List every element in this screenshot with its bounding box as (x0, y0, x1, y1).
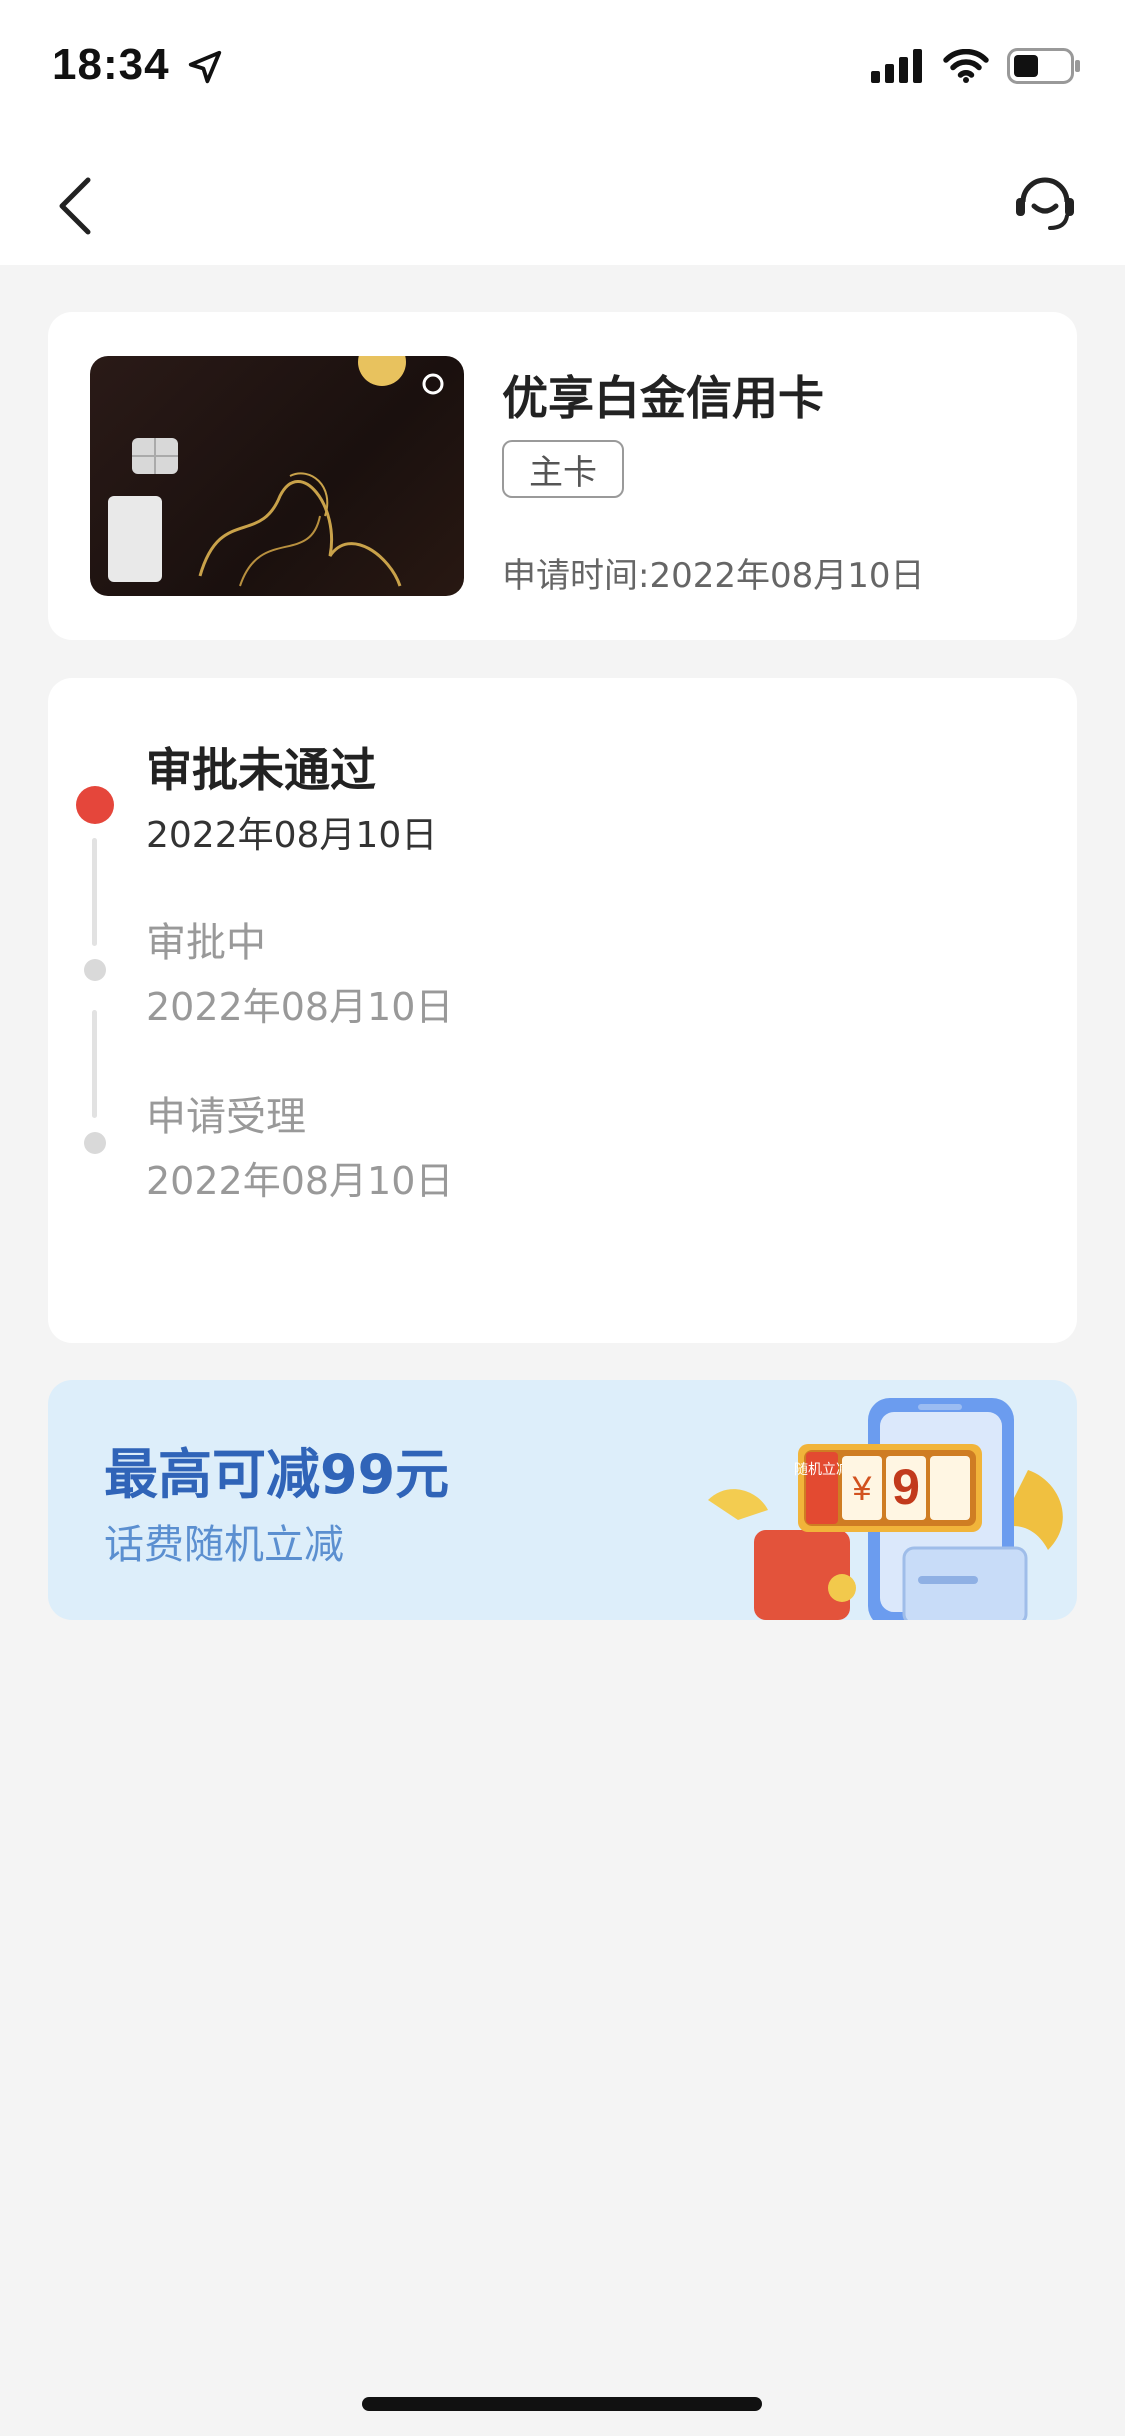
timeline-dot (84, 959, 106, 981)
customer-service-icon (1016, 177, 1074, 230)
wifi-icon (943, 48, 989, 87)
home-indicator[interactable] (362, 2397, 762, 2411)
timeline-step-date: 2022年08月10日 (146, 985, 454, 1029)
card-info-panel: 优享白金信用卡 主卡 申请时间:2022年08月10日 (48, 312, 1077, 640)
card-name: 优享白金信用卡 (502, 371, 824, 425)
timeline-dot-active (76, 786, 114, 824)
timeline-step-date: 2022年08月10日 (146, 815, 438, 856)
timeline-step-title: 审批中 (146, 920, 266, 966)
banner-subtitle: 话费随机立减 (104, 1522, 344, 1568)
status-time: 18:34 (52, 40, 170, 89)
art-digit: 9 (892, 1459, 920, 1515)
credit-card-artwork (108, 356, 444, 587)
customer-service-button[interactable] (1010, 166, 1080, 236)
timeline-step-title: 审批未通过 (146, 743, 376, 797)
location-arrow-icon (186, 48, 224, 90)
timeline-dot (84, 1132, 106, 1154)
back-button[interactable] (50, 170, 110, 240)
promo-banner[interactable]: 最高可减99元 话费随机立减 随机立减 ¥ 9 (48, 1380, 1077, 1620)
signal-icon (871, 49, 925, 87)
application-progress-panel: 审批未通过 2022年08月10日 审批中 2022年08月10日 申请受理 2… (48, 678, 1077, 1343)
credit-card-image (90, 356, 464, 596)
back-chevron-icon (59, 177, 91, 235)
timeline-connector (92, 1010, 97, 1118)
banner-title: 最高可减99元 (104, 1443, 450, 1506)
timeline-connector (92, 838, 97, 946)
status-indicators (871, 48, 1081, 88)
card-type-badge: 主卡 (502, 440, 624, 498)
art-tag-text: 随机立减 (794, 1462, 850, 1478)
timeline-step-title: 申请受理 (146, 1094, 306, 1140)
art-currency: ¥ (852, 1470, 872, 1508)
status-bar: 18:34 (0, 0, 1125, 140)
apply-date: 申请时间:2022年08月10日 (502, 556, 925, 596)
phone-promo-illustration: 随机立减 ¥ 9 (708, 1398, 1063, 1620)
battery-icon (1007, 48, 1081, 88)
timeline-step-date: 2022年08月10日 (146, 1159, 454, 1203)
nav-bar (0, 140, 1125, 265)
